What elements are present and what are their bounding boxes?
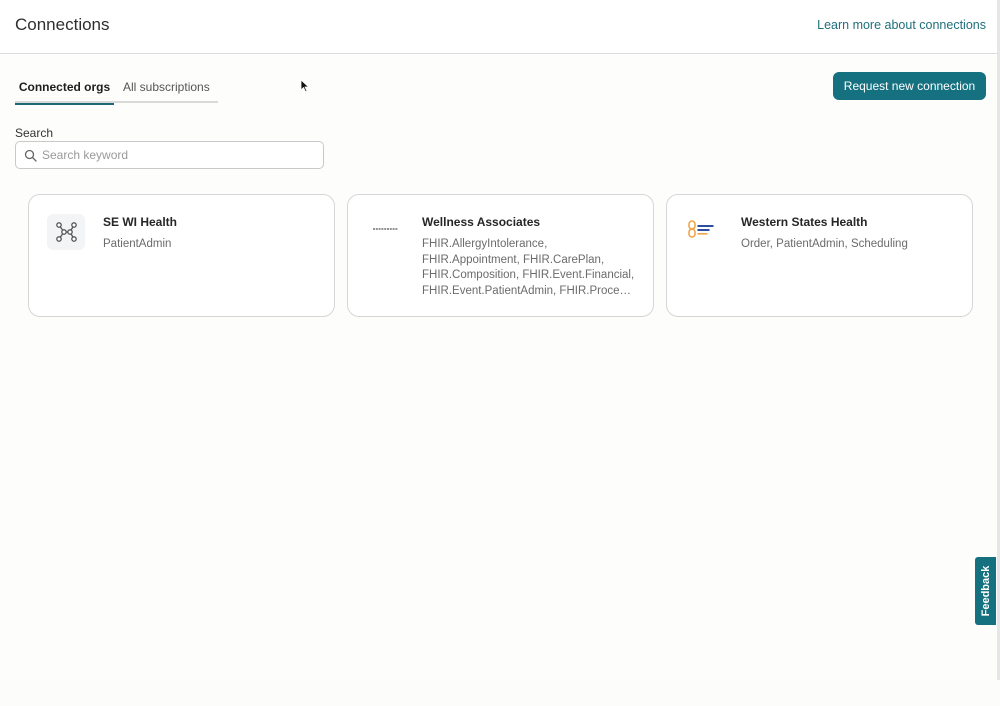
network-graph-icon [56,222,77,242]
subscription-line: FHIR.AllergyIntolerance, [422,238,548,250]
org-subscriptions: FHIR.AllergyIntolerance, FHIR.Appointmen… [422,237,636,299]
subscription-line: FHIR.Appointment, FHIR.CarePlan, [422,253,605,266]
page-title: Connections [15,15,110,34]
org-subscriptions: Order, PatientAdmin, Scheduling [741,237,955,253]
feedback-button[interactable]: Feedback [975,557,996,625]
learn-more-link[interactable]: Learn more about connections [817,18,986,32]
tab-connected-orgs[interactable]: Connected orgs [15,72,114,105]
tab-bar: Connected orgs All subscriptions [15,72,218,105]
western-states-health-logo [688,220,714,238]
page: Connections Learn more about connections… [0,0,997,680]
search-field[interactable] [15,141,324,169]
org-name: Wellness Associates [422,215,541,229]
subscription-line: Order, PatientAdmin, Scheduling [741,238,908,250]
org-card-se-wi-health[interactable]: SE WI Health PatientAdmin [28,194,335,317]
feedback-label: Feedback [979,565,992,617]
subscription-line: FHIR.Composition, FHIR.Event.Financial, [422,269,635,281]
search-icon [24,149,37,162]
org-logo [366,214,404,250]
subscription-line: PatientAdmin [103,238,172,250]
org-name: Western States Health [741,215,868,229]
search-label: Search [15,126,54,140]
request-new-connection-button[interactable]: Request new connection [833,72,986,100]
search-input[interactable] [42,144,318,166]
tab-all-subscriptions[interactable]: All subscriptions [123,72,218,103]
wellness-associates-logo [373,228,398,230]
app-window: Connections Learn more about connections… [0,0,1000,706]
page-header: Connections Learn more about connections [0,0,997,54]
org-name: SE WI Health [103,215,178,229]
org-card-wellness-associates[interactable]: Wellness Associates FHIR.AllergyIntolera… [347,194,654,317]
org-logo [47,214,85,250]
org-logo [685,214,723,250]
subscription-line: FHIR.Event.PatientAdmin, FHIR.Procedure,… [422,284,636,297]
org-card-western-states-health[interactable]: Western States Health Order, PatientAdmi… [666,194,973,317]
mouse-pointer-icon [300,79,310,93]
org-subscriptions: PatientAdmin [103,237,317,253]
